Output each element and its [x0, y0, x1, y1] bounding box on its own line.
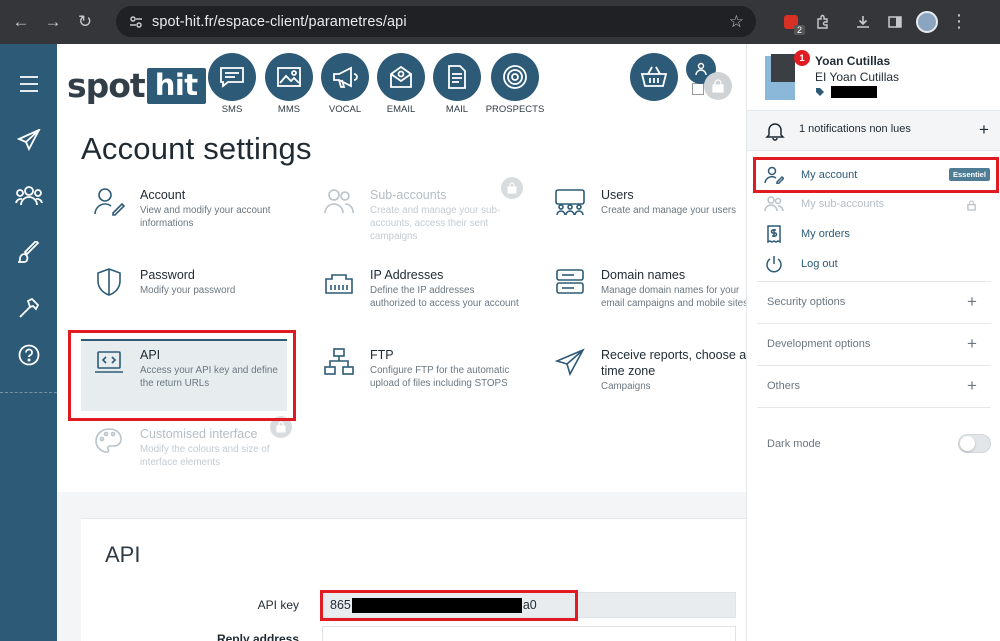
- dark-mode-row: Dark mode: [757, 426, 991, 466]
- forward-icon[interactable]: →: [40, 9, 66, 35]
- extensions-area: 2 ⋮: [772, 6, 972, 37]
- sms-icon: [208, 53, 256, 101]
- image-icon: [265, 53, 313, 101]
- extensions-puzzle-icon[interactable]: [810, 9, 836, 35]
- highlight-api-key: [320, 590, 578, 621]
- service-mms[interactable]: MMS: [265, 53, 313, 115]
- lock-icon: [704, 72, 732, 100]
- address-bar[interactable]: spot-hit.fr/espace-client/parametres/api…: [116, 6, 756, 37]
- service-prospects[interactable]: PROSPECTS: [486, 53, 544, 115]
- lock-icon: [967, 198, 976, 216]
- section-development-options[interactable]: Development options +: [757, 323, 991, 365]
- basket-icon[interactable]: [630, 53, 678, 101]
- sidebar-divider: [0, 392, 57, 393]
- target-icon: [491, 53, 539, 101]
- profile-header: 1 Yoan Cutillas EI Yoan Cutillas: [747, 44, 1000, 110]
- account-id-redaction: [831, 86, 877, 98]
- avatar-overlay: [771, 54, 795, 82]
- profile-avatar-icon[interactable]: [914, 9, 940, 35]
- url-text[interactable]: spot-hit.fr/espace-client/parametres/api: [152, 14, 729, 30]
- menu-log-out[interactable]: Log out: [757, 249, 997, 279]
- api-key-label: API key: [257, 598, 299, 612]
- menu-my-sub-accounts[interactable]: My sub-accounts: [757, 189, 997, 219]
- server-icon: [554, 267, 586, 299]
- api-section-heading: API: [105, 542, 141, 567]
- user-edit-icon: [93, 187, 126, 219]
- dark-mode-toggle[interactable]: [958, 434, 991, 453]
- section-divider: [757, 407, 991, 408]
- users-icon: [323, 187, 355, 219]
- contacts-icon[interactable]: [0, 168, 57, 224]
- help-icon[interactable]: [0, 327, 57, 383]
- invoice-icon: [763, 223, 785, 245]
- expand-icon[interactable]: +: [967, 376, 977, 396]
- menu-my-orders[interactable]: My orders: [757, 219, 997, 249]
- service-mail[interactable]: MAIL: [433, 53, 481, 115]
- main-content: spot hit SMS MMS VOCAL EMAIL MAIL PROSPE…: [57, 44, 746, 641]
- send-campaign-icon[interactable]: [0, 112, 57, 168]
- ublock-extension-icon[interactable]: 2: [778, 9, 805, 35]
- section-security-options[interactable]: Security options +: [757, 281, 991, 323]
- highlight-api-tile: [68, 330, 296, 421]
- toggle-knob: [960, 436, 975, 451]
- browser-toolbar: ← → ↻ spot-hit.fr/espace-client/parametr…: [0, 0, 1000, 44]
- download-icon[interactable]: [850, 9, 876, 35]
- browser-menu-icon[interactable]: ⋮: [946, 9, 972, 35]
- letter-icon: [433, 53, 481, 101]
- bookmark-star-icon[interactable]: ☆: [729, 12, 744, 32]
- user-name: Yoan Cutillas: [815, 54, 891, 68]
- reply-address-label: Reply address: [216, 632, 299, 641]
- dark-mode-label: Dark mode: [767, 438, 821, 450]
- ftp-network-icon: [323, 347, 355, 379]
- paper-plane-icon: [554, 347, 586, 379]
- brush-icon[interactable]: [0, 224, 57, 280]
- section-others[interactable]: Others +: [757, 365, 991, 407]
- service-sms[interactable]: SMS: [208, 53, 256, 115]
- expand-icon[interactable]: +: [967, 292, 977, 312]
- reply-address-field[interactable]: [322, 626, 736, 641]
- network-port-icon: [323, 267, 355, 299]
- left-sidebar: [0, 44, 57, 641]
- team-icon: [554, 187, 586, 219]
- site-settings-icon[interactable]: [124, 10, 148, 34]
- account-tag: [815, 86, 877, 98]
- notifications-text: 1 notifications non lues: [799, 123, 911, 135]
- api-settings-card: [81, 518, 746, 641]
- page-title: Account settings: [81, 131, 312, 166]
- reload-icon[interactable]: ↻: [72, 9, 98, 35]
- power-icon: [763, 253, 785, 275]
- service-vocal[interactable]: VOCAL: [321, 53, 369, 115]
- side-panel-icon[interactable]: [882, 9, 908, 35]
- account-dropdown-panel: 1 Yoan Cutillas EI Yoan Cutillas 1 notif…: [746, 44, 1000, 641]
- hamburger-menu-icon[interactable]: [0, 56, 57, 112]
- spothit-logo[interactable]: spot hit: [67, 66, 206, 105]
- lock-icon: [501, 177, 523, 199]
- notification-count-badge: 1: [794, 50, 810, 66]
- tag-icon: [816, 88, 824, 96]
- expand-icon[interactable]: +: [967, 334, 977, 354]
- highlight-my-account: [753, 157, 999, 193]
- shield-icon: [93, 267, 125, 299]
- users-icon: [763, 193, 785, 215]
- extension-badge: 2: [793, 24, 805, 35]
- email-icon: [377, 53, 425, 101]
- checkbox[interactable]: [692, 83, 704, 95]
- bell-icon: [765, 121, 785, 146]
- back-icon[interactable]: ←: [8, 9, 34, 35]
- megaphone-icon: [321, 53, 369, 101]
- palette-icon: [93, 426, 125, 458]
- expand-notifications-icon[interactable]: +: [979, 120, 989, 140]
- company-name: EI Yoan Cutillas: [815, 70, 900, 84]
- service-email[interactable]: EMAIL: [377, 53, 425, 115]
- notifications-row[interactable]: 1 notifications non lues +: [747, 110, 1000, 151]
